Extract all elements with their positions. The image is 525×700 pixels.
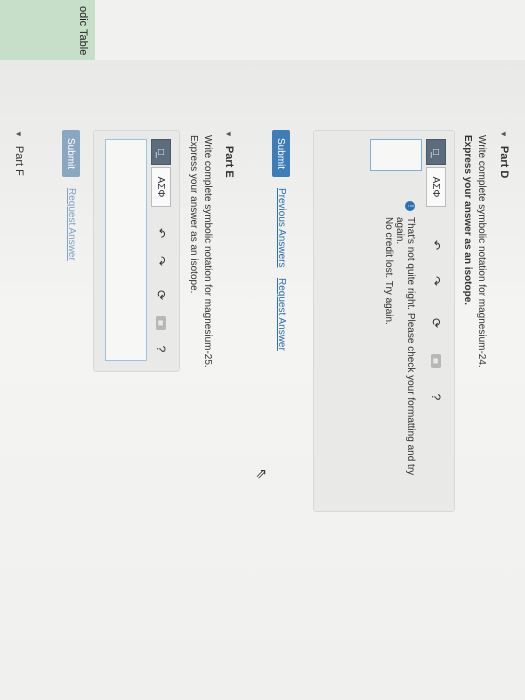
part-e-prompt: Write complete symbolic notation for mag… [202, 135, 213, 368]
part-d-submit-button[interactable]: Submit [272, 130, 290, 178]
expand-triangle-icon: ▼ [14, 130, 24, 138]
part-e-instruction: Express your answer as an isotope. [188, 135, 199, 294]
feedback-line-1: That's not quite right. Please check you… [394, 217, 416, 476]
part-e-answer-box: □̲ ΑΣΦ ↶ ↷ ⟳ ▦ ? [93, 130, 180, 372]
part-d-prompt: Write complete symbolic notation for mag… [476, 135, 487, 368]
feedback-line-2: No credit lost. Try again. [383, 217, 394, 325]
main-panel: ▼ Part D Write complete symbolic notatio… [0, 60, 525, 700]
part-d-header[interactable]: ▼ Part D [498, 130, 510, 178]
template-button[interactable]: □̲ [151, 139, 171, 165]
redo-icon[interactable]: ↷ [428, 273, 444, 289]
reset-icon[interactable]: ⟳ [153, 287, 169, 303]
symbols-button-label: ΑΣΦ [155, 176, 167, 198]
part-e-title: Part E [223, 145, 235, 178]
part-d-instruction: Express your answer as an isotope. [462, 135, 473, 306]
symbols-button[interactable]: ΑΣΦ [151, 167, 171, 207]
expand-triangle-icon: ▼ [224, 130, 234, 138]
keyboard-icon[interactable]: ▦ [428, 353, 444, 369]
periodic-table-tab[interactable]: odic Table [0, 0, 95, 60]
redo-icon[interactable]: ↷ [153, 253, 169, 269]
part-d-previous-answers-link[interactable]: Previous Answers [276, 188, 287, 267]
part-e-answer-input[interactable] [105, 139, 147, 361]
symbols-button-label: ΑΣΦ [430, 176, 442, 198]
part-d-toolbar: □̲ ΑΣΦ ↶ ↷ ⟳ ▦ ? [426, 139, 446, 405]
part-e-toolbar: □̲ ΑΣΦ ↶ ↷ ⟳ ▦ ? [151, 139, 171, 357]
part-e-header[interactable]: ▼ Part E [223, 130, 235, 178]
part-d-request-answer-link[interactable]: Request Answer [276, 278, 287, 351]
keyboard-icon[interactable]: ▦ [153, 315, 169, 331]
mouse-pointer-icon: ⇖ [254, 468, 270, 480]
page: odic Table ▼ Part D Write complete symbo… [0, 0, 525, 700]
periodic-table-tab-label: odic Table [77, 6, 89, 56]
undo-icon[interactable]: ↶ [153, 225, 169, 241]
help-label: ? [429, 393, 443, 401]
help-button[interactable]: ? [428, 389, 444, 405]
part-d-answer-box: □̲ ΑΣΦ ↶ ↷ ⟳ ▦ ? ! That's not quite righ… [313, 130, 455, 512]
part-e-request-answer-link[interactable]: Request Answer [66, 188, 77, 261]
reset-icon[interactable]: ⟳ [428, 315, 444, 331]
part-e-submit-button[interactable]: Submit [62, 130, 80, 178]
undo-icon[interactable]: ↶ [428, 237, 444, 253]
part-d-answer-input[interactable] [370, 139, 422, 171]
warning-icon: ! [405, 201, 415, 211]
help-button[interactable]: ? [153, 341, 169, 357]
part-f-header[interactable]: ▼ Part F [13, 130, 25, 176]
template-icon: □̲ [430, 148, 442, 156]
template-icon: □̲ [155, 148, 167, 156]
part-f-title: Part F [13, 145, 25, 176]
help-label: ? [154, 345, 168, 353]
template-button[interactable]: □̲ [426, 139, 446, 165]
part-d-title: Part D [498, 145, 510, 179]
symbols-button[interactable]: ΑΣΦ [426, 167, 446, 207]
expand-triangle-icon: ▼ [499, 130, 509, 138]
part-d-feedback: ! That's not quite right. Please check y… [383, 201, 416, 491]
